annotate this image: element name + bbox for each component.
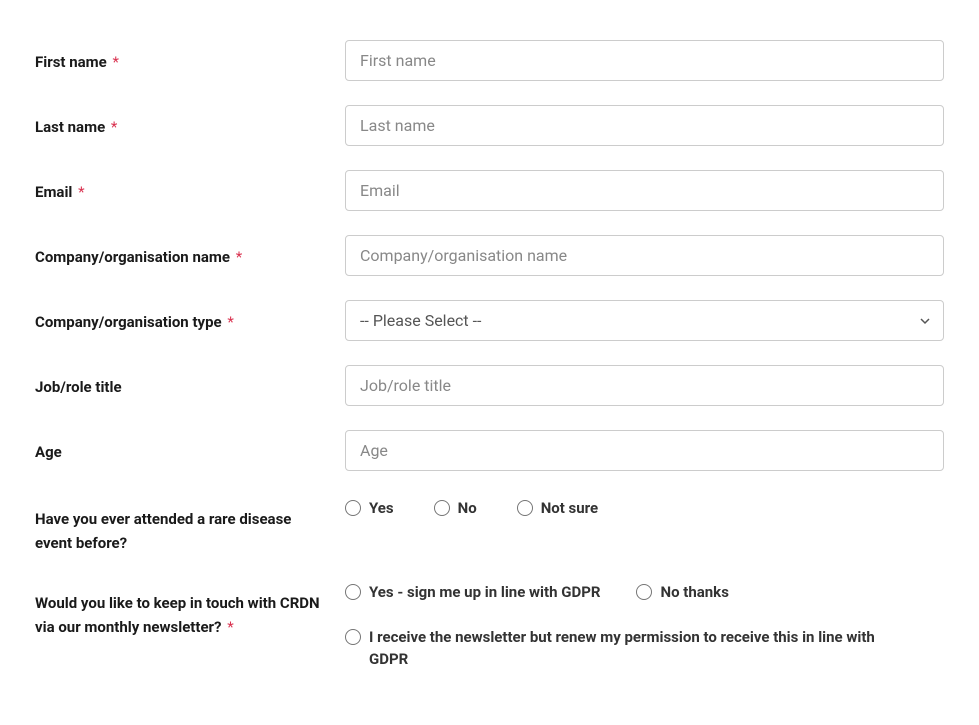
last-name-row: Last name *	[35, 105, 944, 146]
job-title-row: Job/role title	[35, 365, 944, 406]
newsletter-no-radio[interactable]	[636, 584, 652, 600]
attended-row: Have you ever attended a rare disease ev…	[35, 495, 944, 555]
job-title-input[interactable]	[345, 365, 944, 406]
first-name-input[interactable]	[345, 40, 944, 81]
email-input[interactable]	[345, 170, 944, 211]
attended-yes-option[interactable]: Yes	[345, 497, 394, 520]
job-title-label: Job/role title	[35, 378, 122, 396]
email-label: Email *	[35, 183, 85, 201]
age-row: Age	[35, 430, 944, 471]
newsletter-yes-option[interactable]: Yes - sign me up in line with GDPR	[345, 581, 600, 604]
attended-not-sure-option[interactable]: Not sure	[517, 497, 598, 520]
attended-yes-text: Yes	[369, 497, 394, 520]
newsletter-no-option[interactable]: No thanks	[636, 581, 728, 604]
company-name-row: Company/organisation name *	[35, 235, 944, 276]
attended-no-option[interactable]: No	[434, 497, 477, 520]
company-name-input[interactable]	[345, 235, 944, 276]
newsletter-yes-text: Yes - sign me up in line with GDPR	[369, 581, 600, 604]
first-name-label: First name *	[35, 53, 119, 71]
company-type-select[interactable]: -- Please Select --	[345, 300, 944, 341]
newsletter-renew-option[interactable]: I receive the newsletter but renew my pe…	[345, 626, 944, 671]
newsletter-renew-text: I receive the newsletter but renew my pe…	[369, 626, 879, 671]
registration-form: First name * Last name * Email * Company…	[35, 40, 944, 671]
newsletter-yes-radio[interactable]	[345, 584, 361, 600]
attended-not-sure-radio[interactable]	[517, 500, 533, 516]
company-type-label: Company/organisation type *	[35, 313, 234, 331]
attended-radio-group: Yes No Not sure	[345, 495, 944, 520]
newsletter-renew-radio[interactable]	[345, 629, 361, 645]
attended-no-radio[interactable]	[434, 500, 450, 516]
age-label: Age	[35, 443, 62, 461]
attended-not-sure-text: Not sure	[541, 497, 598, 520]
newsletter-row: Would you like to keep in touch with CRD…	[35, 579, 944, 671]
newsletter-label: Would you like to keep in touch with CRD…	[35, 594, 320, 636]
newsletter-no-text: No thanks	[660, 581, 728, 604]
company-type-row: Company/organisation type * -- Please Se…	[35, 300, 944, 341]
last-name-input[interactable]	[345, 105, 944, 146]
newsletter-radio-group: Yes - sign me up in line with GDPR No th…	[345, 579, 944, 671]
company-name-label: Company/organisation name *	[35, 248, 242, 266]
attended-yes-radio[interactable]	[345, 500, 361, 516]
email-row: Email *	[35, 170, 944, 211]
attended-label: Have you ever attended a rare disease ev…	[35, 510, 291, 552]
last-name-label: Last name *	[35, 118, 117, 136]
age-input[interactable]	[345, 430, 944, 471]
first-name-row: First name *	[35, 40, 944, 81]
attended-no-text: No	[458, 497, 477, 520]
